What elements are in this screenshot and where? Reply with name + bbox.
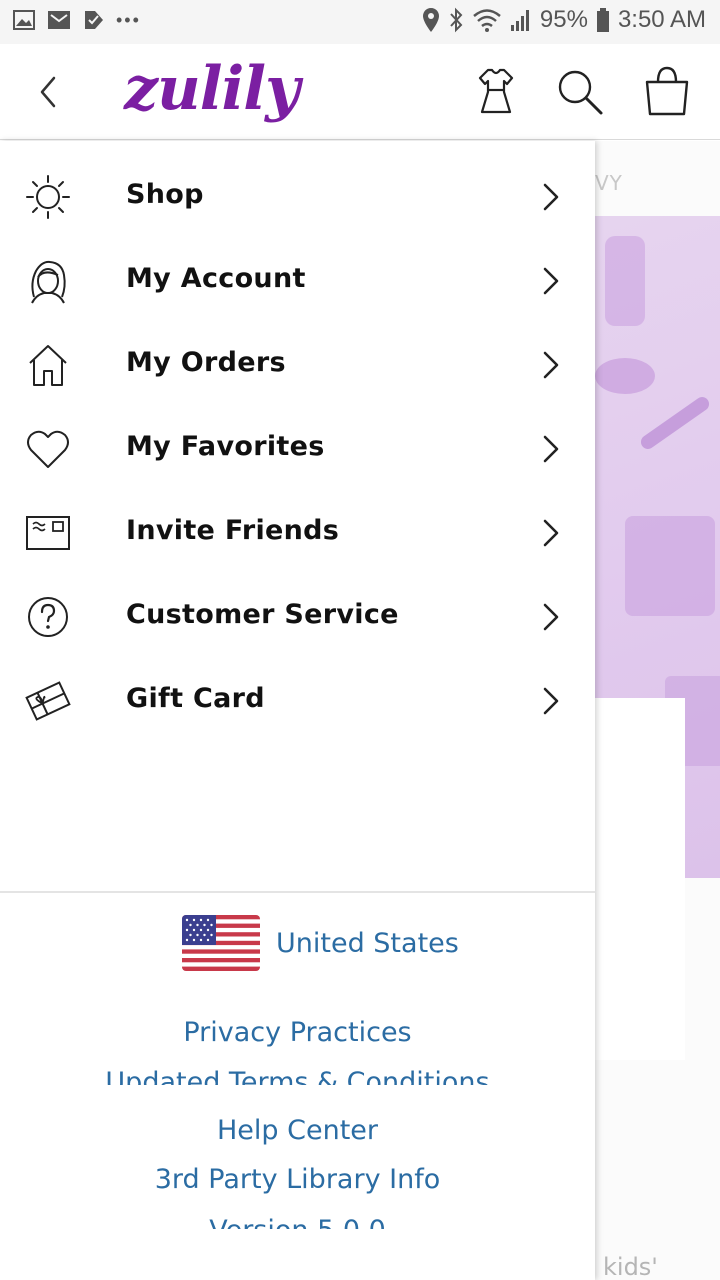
- gift-card-icon: [25, 681, 71, 721]
- menu-item-label: Customer Service: [126, 599, 399, 630]
- menu-item-label: My Orders: [126, 347, 286, 378]
- navigation-drawer: Shop My Account My Orders My Favorites I…: [0, 141, 595, 1280]
- zulily-logo[interactable]: zulily: [124, 54, 300, 124]
- sun-icon: [26, 175, 70, 219]
- help-circle-icon: [28, 597, 68, 637]
- version-label: Version 5.0.0: [0, 1215, 595, 1229]
- us-flag-icon: [182, 915, 260, 971]
- chevron-right-icon: [543, 351, 559, 379]
- chevron-right-icon: [543, 435, 559, 463]
- dress-icon[interactable]: [472, 66, 520, 118]
- background-content: VY kids': [595, 141, 720, 1280]
- back-arrow-icon[interactable]: [36, 74, 62, 110]
- menu-item-customer-service[interactable]: Customer Service: [0, 575, 595, 659]
- chevron-right-icon: [543, 603, 559, 631]
- heart-icon: [27, 430, 69, 468]
- status-bar-notifications: •••: [12, 8, 141, 32]
- chevron-right-icon: [543, 519, 559, 547]
- menu-item-label: Invite Friends: [126, 515, 340, 546]
- drawer-footer: United States Privacy Practices Updated …: [0, 891, 595, 1280]
- help-center-link[interactable]: Help Center: [0, 1115, 595, 1146]
- wifi-icon: [473, 9, 501, 32]
- person-icon: [31, 260, 66, 304]
- menu-item-label: My Favorites: [126, 431, 325, 462]
- shopping-bag-icon[interactable]: [642, 64, 692, 118]
- menu-item-my-favorites[interactable]: My Favorites: [0, 407, 595, 491]
- app-bar: zulily: [0, 44, 720, 140]
- mail-notification-icon: [48, 11, 70, 29]
- signal-icon: [510, 10, 529, 31]
- battery-percent: 95%: [539, 6, 588, 33]
- menu-item-invite-friends[interactable]: Invite Friends: [0, 491, 595, 575]
- terms-conditions-link[interactable]: Updated Terms & Conditions: [0, 1067, 595, 1085]
- country-label: United States: [276, 927, 459, 959]
- search-icon[interactable]: [554, 66, 606, 118]
- image-notification-icon: [13, 10, 35, 30]
- menu-item-shop[interactable]: Shop: [0, 155, 595, 239]
- menu-item-gift-card[interactable]: Gift Card: [0, 659, 595, 743]
- menu-item-label: My Account: [126, 263, 306, 294]
- location-icon: [422, 8, 439, 32]
- background-hint-text: VY: [595, 171, 623, 195]
- chevron-right-icon: [543, 267, 559, 295]
- status-bar: ••• 95% 3:50 AM: [0, 0, 720, 44]
- chevron-right-icon: [543, 687, 559, 715]
- country-selector[interactable]: United States: [182, 915, 459, 971]
- battery-icon: [596, 8, 609, 32]
- clock: 3:50 AM: [617, 6, 706, 33]
- envelope-icon: [26, 516, 70, 550]
- task-notification-icon: [85, 11, 103, 29]
- third-party-library-link[interactable]: 3rd Party Library Info: [0, 1164, 595, 1195]
- more-notifications: •••: [116, 9, 141, 30]
- bluetooth-icon: [450, 7, 463, 33]
- menu-item-label: Shop: [126, 179, 204, 210]
- background-kids-text: kids': [603, 1253, 658, 1280]
- menu-item-my-account[interactable]: My Account: [0, 239, 595, 323]
- menu-item-label: Gift Card: [126, 683, 265, 714]
- house-icon: [29, 345, 67, 386]
- background-card: [595, 698, 685, 1060]
- chevron-right-icon: [543, 183, 559, 211]
- privacy-practices-link[interactable]: Privacy Practices: [0, 1017, 595, 1048]
- menu-item-my-orders[interactable]: My Orders: [0, 323, 595, 407]
- status-bar-system: 95% 3:50 AM: [422, 6, 706, 34]
